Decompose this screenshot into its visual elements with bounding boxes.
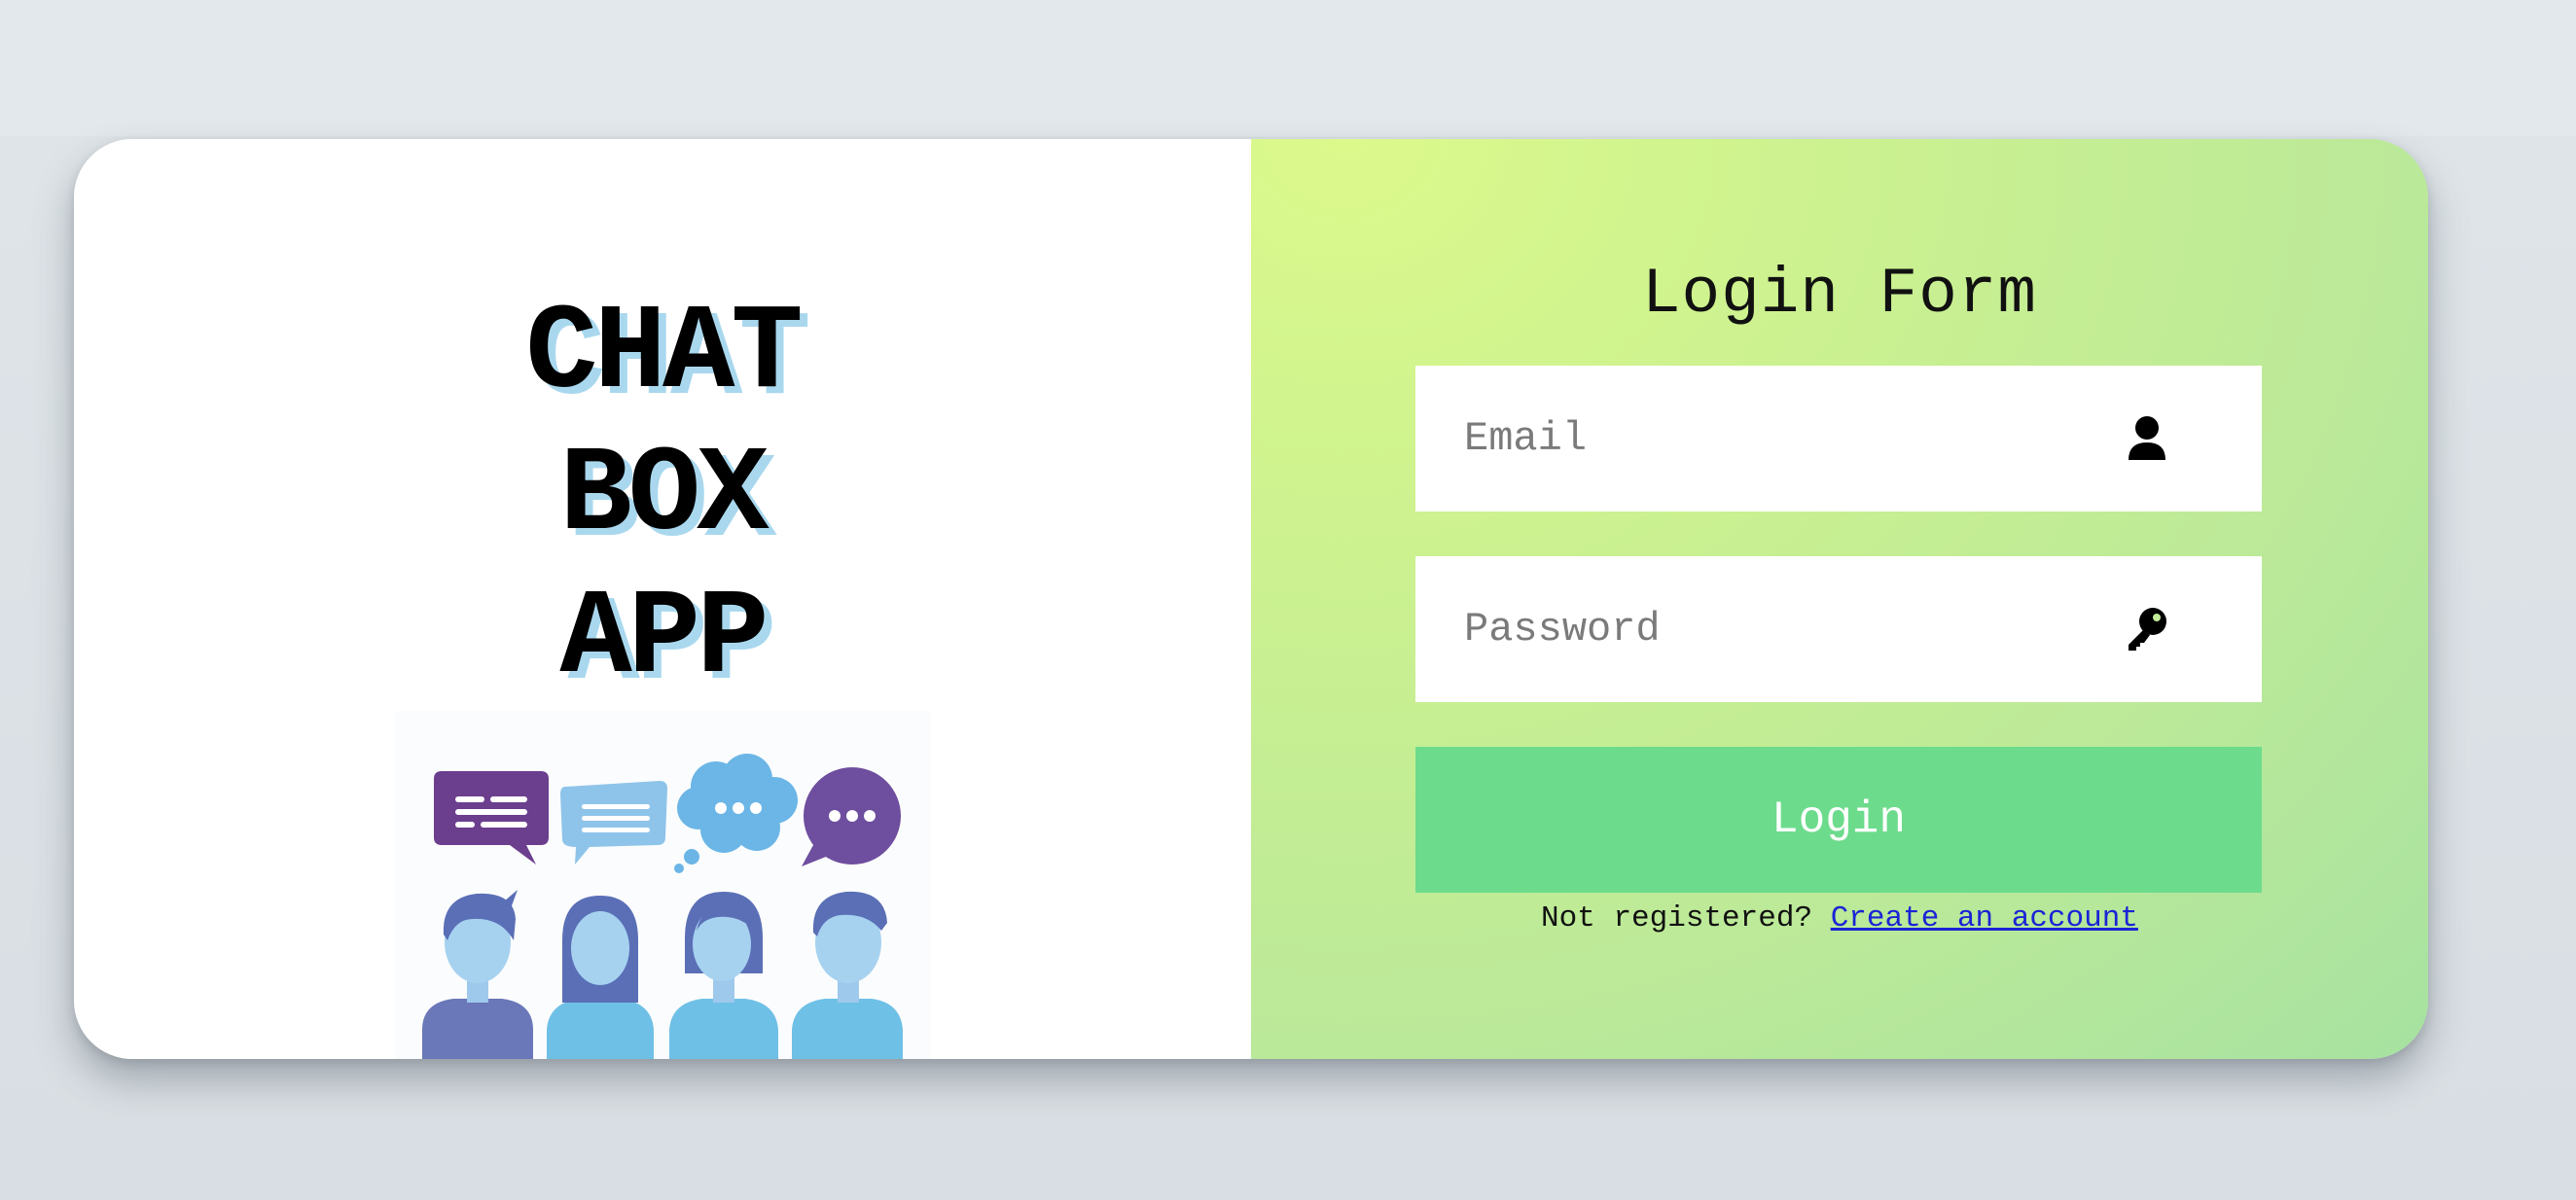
person-3-avatar — [669, 892, 778, 1059]
person-1-avatar — [422, 890, 533, 1059]
brand-line-2: BOX — [559, 429, 769, 565]
brand-line-1: CHAT — [525, 287, 804, 423]
chat-people-illustration-svg — [422, 754, 903, 1059]
chat-bubble-icon — [802, 767, 901, 866]
chat-people-illustration — [395, 711, 930, 1059]
person-4-avatar — [792, 891, 903, 1059]
password-field-container — [1415, 556, 2262, 702]
form-title: Login Form — [1641, 258, 2038, 331]
user-icon — [2125, 413, 2169, 464]
email-field-container — [1415, 366, 2262, 512]
speech-bubble-icon — [434, 771, 549, 865]
message-bubble-icon — [560, 781, 667, 865]
brand-line-3: APP — [559, 572, 769, 708]
register-prompt-text: Not registered? — [1541, 901, 1813, 935]
register-prompt: Not registered? Create an account — [1251, 901, 2428, 935]
login-button[interactable]: Login — [1415, 747, 2262, 893]
key-icon — [2125, 604, 2169, 654]
person-2-avatar — [547, 896, 654, 1059]
login-card: CHAT BOX APP Login Form Email Login Not … — [74, 139, 2428, 1059]
brand-panel: CHAT BOX APP — [74, 139, 1251, 1059]
login-form-panel: Login Form Login Not registe — [1251, 139, 2428, 1059]
create-account-link[interactable]: Create an account — [1831, 901, 2138, 935]
thought-cloud-icon — [674, 754, 798, 873]
